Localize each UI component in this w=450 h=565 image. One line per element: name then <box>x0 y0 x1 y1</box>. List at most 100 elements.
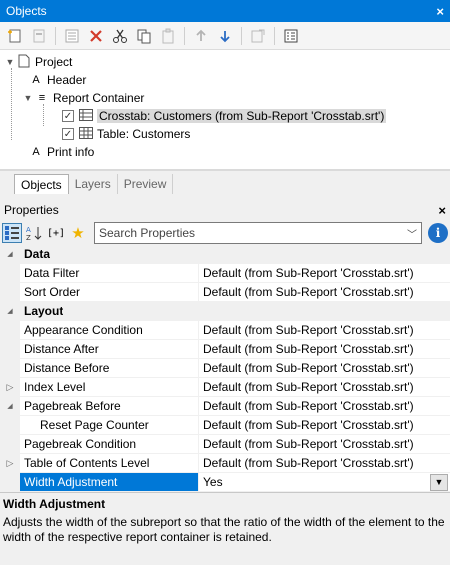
description-body: Adjusts the width of the subreport so th… <box>3 515 445 544</box>
export-icon[interactable] <box>247 25 269 47</box>
property-value[interactable]: Default (from Sub-Report 'Crosstab.srt') <box>199 359 450 377</box>
crosstab-checkbox[interactable]: ✓ <box>62 110 74 122</box>
value-dropdown-icon[interactable]: ▼ <box>430 473 448 491</box>
properties-toolbar: AZ [+] ★ Search Properties ﹀ i <box>0 221 450 245</box>
tree-label-header: Header <box>47 73 87 87</box>
toolbar-separator <box>184 26 185 45</box>
property-row[interactable]: Pagebreak Condition Default (from Sub-Rep… <box>0 435 450 454</box>
property-row[interactable]: Width Adjustment Yes ▼ <box>0 473 450 492</box>
tab-preview[interactable]: Preview <box>118 174 174 194</box>
tree-node-crosstab[interactable]: ✓ Crosstab: Customers (from Sub-Report '… <box>0 107 450 125</box>
chevron-down-icon[interactable]: ﹀ <box>407 226 417 241</box>
chevron-down-icon[interactable]: ▼ <box>4 57 16 67</box>
collapse-icon[interactable]: ◢ <box>0 397 20 415</box>
property-value[interactable]: Default (from Sub-Report 'Crosstab.srt') <box>199 435 450 453</box>
tree-label-report-container: Report Container <box>53 91 145 105</box>
text-object-icon: A <box>32 74 40 86</box>
property-value-text: Default (from Sub-Report 'Crosstab.srt') <box>203 418 414 432</box>
search-properties-input[interactable]: Search Properties ﹀ <box>94 222 422 244</box>
property-row[interactable]: Reset Page Counter Default (from Sub-Repo… <box>0 416 450 435</box>
favorites-star-icon[interactable]: ★ <box>68 223 88 243</box>
sort-alphabetical-icon[interactable]: AZ <box>24 223 44 243</box>
expand-icon[interactable]: ▷ <box>0 454 20 472</box>
property-value[interactable]: Default (from Sub-Report 'Crosstab.srt') <box>199 264 450 282</box>
objects-toolbar <box>0 22 450 50</box>
property-value[interactable]: Default (from Sub-Report 'Crosstab.srt') <box>199 340 450 358</box>
row-gutter <box>0 264 20 282</box>
property-category-row[interactable]: ◢ Data <box>0 245 450 264</box>
property-row[interactable]: ▷ Table of Contents Level Default (from Su… <box>0 454 450 473</box>
tree-label-project: Project <box>35 55 73 69</box>
collapse-icon[interactable]: ◢ <box>0 245 20 263</box>
tree-node-project[interactable]: ▼ Project <box>0 53 450 71</box>
property-category-row[interactable]: ◢ Layout <box>0 302 450 321</box>
move-down-icon[interactable] <box>214 25 236 47</box>
property-name: Data Filter <box>20 264 199 282</box>
property-value[interactable]: Default (from Sub-Report 'Crosstab.srt') <box>199 378 450 396</box>
description-title: Width Adjustment <box>3 497 106 511</box>
toolbar-separator <box>274 26 275 45</box>
property-value-text: Default (from Sub-Report 'Crosstab.srt') <box>203 437 414 451</box>
property-name: Width Adjustment <box>20 473 199 491</box>
tab-objects[interactable]: Objects <box>14 174 69 194</box>
property-row[interactable]: Distance After Default (from Sub-Report '… <box>0 340 450 359</box>
info-icon[interactable]: i <box>428 223 448 243</box>
chevron-down-icon[interactable]: ▼ <box>22 93 34 103</box>
property-name: Index Level <box>20 378 199 396</box>
cut-icon[interactable] <box>109 25 131 47</box>
object-tree: ▼ Project A Header ▼ ≡ Report Container … <box>0 50 450 170</box>
property-value[interactable]: Default (from Sub-Report 'Crosstab.srt') <box>199 416 450 434</box>
container-icon: ≡ <box>38 92 46 104</box>
property-value[interactable]: Default (from Sub-Report 'Crosstab.srt') <box>199 397 450 415</box>
move-up-icon[interactable] <box>190 25 212 47</box>
expand-icon[interactable]: ▷ <box>0 378 20 396</box>
category-label: Layout <box>24 304 64 318</box>
property-value[interactable]: Default (from Sub-Report 'Crosstab.srt') <box>199 454 450 472</box>
new-object-icon[interactable] <box>4 25 26 47</box>
copy-icon[interactable] <box>133 25 155 47</box>
property-row[interactable]: Distance Before Default (from Sub-Report … <box>0 359 450 378</box>
property-name: Reset Page Counter <box>20 416 199 434</box>
tree-node-table[interactable]: ✓ Table: Customers <box>0 125 450 143</box>
property-value[interactable]: Default (from Sub-Report 'Crosstab.srt') <box>199 283 450 301</box>
property-value[interactable]: Yes ▼ <box>199 473 450 491</box>
tree-node-header[interactable]: A Header <box>0 71 450 89</box>
categorized-view-icon[interactable] <box>2 223 22 243</box>
tab-layers[interactable]: Layers <box>69 174 118 194</box>
property-row[interactable]: ▷ Index Level Default (from Sub-Report 'Cr… <box>0 378 450 397</box>
tree-node-report-container[interactable]: ▼ ≡ Report Container <box>0 89 450 107</box>
paste-icon[interactable] <box>157 25 179 47</box>
property-row[interactable]: ◢ Pagebreak Before Default (from Sub-Repor… <box>0 397 450 416</box>
objects-close-icon[interactable]: × <box>436 4 444 19</box>
property-name: Pagebreak Before <box>20 397 199 415</box>
property-row[interactable]: Sort Order Default (from Sub-Report 'Cros… <box>0 283 450 302</box>
property-name: Distance Before <box>20 359 199 377</box>
objects-title: Objects <box>6 4 47 18</box>
collapse-icon[interactable]: ◢ <box>0 302 20 320</box>
expand-all-icon[interactable]: [+] <box>46 223 66 243</box>
text-object-icon: A <box>32 146 40 158</box>
property-value-text: Default (from Sub-Report 'Crosstab.srt') <box>203 285 414 299</box>
tree-node-print-info[interactable]: A Print info <box>0 143 450 161</box>
properties-title: Properties <box>4 203 59 217</box>
table-checkbox[interactable]: ✓ <box>62 128 74 140</box>
toolbar-separator <box>241 26 242 45</box>
delete-icon[interactable] <box>85 25 107 47</box>
property-value-text: Default (from Sub-Report 'Crosstab.srt') <box>203 342 414 356</box>
property-value-text: Default (from Sub-Report 'Crosstab.srt') <box>203 361 414 375</box>
property-value[interactable]: Default (from Sub-Report 'Crosstab.srt') <box>199 321 450 339</box>
object-list-icon[interactable] <box>280 25 302 47</box>
row-gutter <box>0 416 20 434</box>
properties-close-icon[interactable]: × <box>438 203 446 218</box>
property-name: Table of Contents Level <box>20 454 199 472</box>
properties-icon[interactable] <box>61 25 83 47</box>
tree-label-print-info: Print info <box>47 145 95 159</box>
property-row[interactable]: Appearance Condition Default (from Sub-Re… <box>0 321 450 340</box>
svg-text:Z: Z <box>26 234 31 241</box>
property-row[interactable]: Data Filter Default (from Sub-Report 'Cro… <box>0 264 450 283</box>
property-value-text: Default (from Sub-Report 'Crosstab.srt') <box>203 399 414 413</box>
property-value-text: Yes <box>203 475 223 489</box>
new-group-icon[interactable] <box>28 25 50 47</box>
panel-tabs: Objects Layers Preview <box>0 170 450 194</box>
property-value-text: Default (from Sub-Report 'Crosstab.srt') <box>203 456 414 470</box>
